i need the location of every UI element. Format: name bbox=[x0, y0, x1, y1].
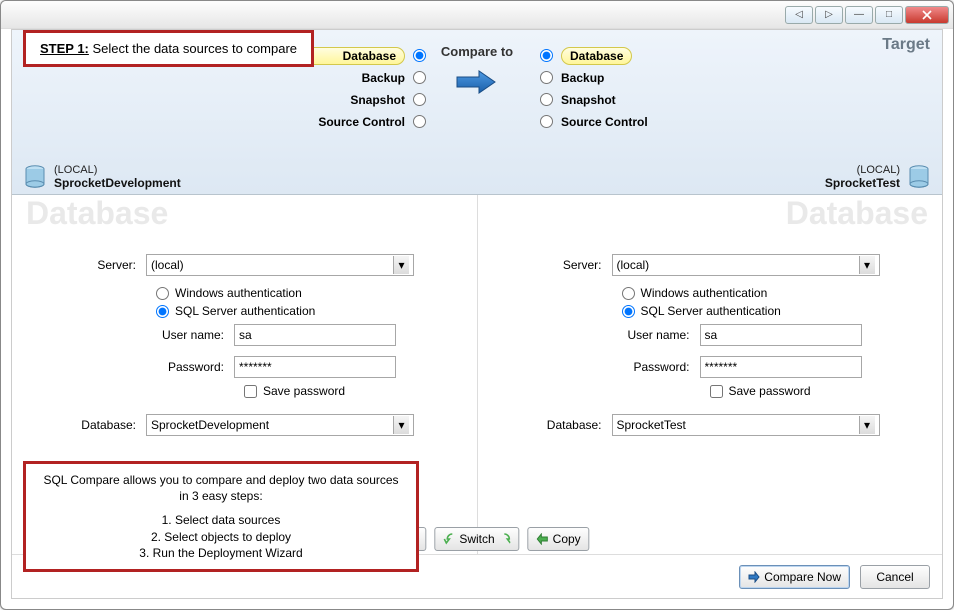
target-database-value: SprocketTest bbox=[617, 418, 686, 432]
auth-windows-label: Windows authentication bbox=[175, 286, 302, 300]
option-source-control-label-t: Source Control bbox=[561, 115, 648, 129]
chevron-down-icon: ▾ bbox=[393, 416, 409, 434]
target-type-source-control[interactable] bbox=[540, 115, 553, 128]
compare-now-button[interactable]: Compare Now bbox=[739, 565, 850, 589]
app-window: ◁ ▷ — □ STEP 1: Select the data sources … bbox=[0, 0, 954, 610]
source-type-backup[interactable] bbox=[413, 71, 426, 84]
username-label: User name: bbox=[74, 328, 234, 342]
auth-windows-label-t: Windows authentication bbox=[641, 286, 768, 300]
database-icon bbox=[24, 165, 46, 189]
server-label: Server: bbox=[26, 258, 146, 272]
source-db-server: (LOCAL) bbox=[54, 164, 181, 176]
save-password-label: Save password bbox=[263, 384, 345, 398]
option-snapshot-label: Snapshot bbox=[255, 93, 405, 107]
target-db-server: (LOCAL) bbox=[825, 164, 900, 176]
source-username-field[interactable] bbox=[234, 324, 396, 346]
window-button-prev[interactable]: ◁ bbox=[785, 6, 813, 24]
source-database-combo[interactable]: SprocketDevelopment ▾ bbox=[146, 414, 414, 436]
summary-step-2: 2. Select objects to deploy bbox=[40, 529, 402, 545]
username-label-t: User name: bbox=[540, 328, 700, 342]
target-server-combo[interactable]: (local) ▾ bbox=[612, 254, 880, 276]
chevron-down-icon: ▾ bbox=[859, 256, 875, 274]
source-auth-sql[interactable] bbox=[156, 305, 169, 318]
arrow-curve-left-icon bbox=[443, 533, 455, 545]
source-auth-windows[interactable] bbox=[156, 287, 169, 300]
target-password-field[interactable] bbox=[700, 356, 862, 378]
target-save-password-checkbox[interactable] bbox=[710, 385, 723, 398]
watermark: Database bbox=[26, 195, 463, 232]
arrow-curve-right-icon bbox=[499, 533, 511, 545]
arrow-right-blue-icon bbox=[748, 571, 760, 583]
source-type-source-control[interactable] bbox=[413, 115, 426, 128]
target-db-name: SprocketTest bbox=[825, 176, 900, 190]
database-icon bbox=[908, 165, 930, 189]
target-server-value: (local) bbox=[617, 258, 650, 272]
target-username-field[interactable] bbox=[700, 324, 862, 346]
chevron-down-icon: ▾ bbox=[859, 416, 875, 434]
window-button-next[interactable]: ▷ bbox=[815, 6, 843, 24]
copy-left-button[interactable]: Copy bbox=[528, 527, 590, 551]
step-text: Select the data sources to compare bbox=[93, 41, 298, 56]
step-label: STEP 1: bbox=[40, 41, 89, 56]
source-server-value: (local) bbox=[151, 258, 184, 272]
watermark: Database bbox=[492, 195, 929, 232]
option-database-label-t: Database bbox=[570, 49, 623, 63]
summary-callout: SQL Compare allows you to compare and de… bbox=[23, 461, 419, 572]
target-type-snapshot[interactable] bbox=[540, 93, 553, 106]
close-button[interactable] bbox=[905, 6, 949, 24]
compare-to-label: Compare to bbox=[441, 44, 513, 59]
arrow-left-icon bbox=[537, 533, 549, 545]
copy-left-label: Copy bbox=[553, 532, 581, 546]
target-heading: Target bbox=[882, 36, 930, 54]
cancel-button[interactable]: Cancel bbox=[860, 565, 930, 589]
password-label-t: Password: bbox=[540, 360, 700, 374]
maximize-button[interactable]: □ bbox=[875, 6, 903, 24]
server-label: Server: bbox=[492, 258, 612, 272]
minimize-button[interactable]: — bbox=[845, 6, 873, 24]
switch-button[interactable]: Switch bbox=[434, 527, 519, 551]
summary-intro: SQL Compare allows you to compare and de… bbox=[40, 472, 402, 504]
auth-sql-label-t: SQL Server authentication bbox=[641, 304, 781, 318]
target-form-panel: Database Server: (local) ▾ Windows authe… bbox=[477, 195, 943, 554]
auth-sql-label: SQL Server authentication bbox=[175, 304, 315, 318]
source-server-combo[interactable]: (local) ▾ bbox=[146, 254, 414, 276]
source-database-value: SprocketDevelopment bbox=[151, 418, 269, 432]
cancel-label: Cancel bbox=[876, 570, 913, 584]
summary-step-3: 3. Run the Deployment Wizard bbox=[40, 545, 402, 561]
source-save-password-checkbox[interactable] bbox=[244, 385, 257, 398]
target-database-combo[interactable]: SprocketTest ▾ bbox=[612, 414, 880, 436]
database-label-t: Database: bbox=[492, 418, 612, 432]
database-label: Database: bbox=[26, 418, 146, 432]
source-type-database[interactable] bbox=[413, 49, 426, 62]
compare-now-label: Compare Now bbox=[764, 570, 841, 584]
option-snapshot-label-t: Snapshot bbox=[561, 93, 616, 107]
source-password-field[interactable] bbox=[234, 356, 396, 378]
password-label: Password: bbox=[74, 360, 234, 374]
switch-label: Switch bbox=[459, 532, 494, 546]
option-backup-label: Backup bbox=[255, 71, 405, 85]
source-db-info: (LOCAL) SprocketDevelopment bbox=[24, 164, 181, 190]
target-db-info: (LOCAL) SprocketTest bbox=[825, 164, 930, 190]
option-backup-label-t: Backup bbox=[561, 71, 604, 85]
target-type-backup[interactable] bbox=[540, 71, 553, 84]
arrow-icon bbox=[455, 68, 499, 99]
source-db-name: SprocketDevelopment bbox=[54, 176, 181, 190]
save-password-label-t: Save password bbox=[729, 384, 811, 398]
target-type-database[interactable] bbox=[540, 49, 553, 62]
target-auth-windows[interactable] bbox=[622, 287, 635, 300]
chevron-down-icon: ▾ bbox=[393, 256, 409, 274]
source-type-snapshot[interactable] bbox=[413, 93, 426, 106]
option-source-control-label: Source Control bbox=[255, 115, 405, 129]
target-type-options: Database Backup Snapshot Source Control bbox=[540, 46, 750, 131]
summary-step-1: 1. Select data sources bbox=[40, 512, 402, 528]
target-auth-sql[interactable] bbox=[622, 305, 635, 318]
content-area: STEP 1: Select the data sources to compa… bbox=[11, 29, 943, 599]
step-callout: STEP 1: Select the data sources to compa… bbox=[23, 30, 314, 67]
title-bar: ◁ ▷ — □ bbox=[1, 1, 953, 29]
